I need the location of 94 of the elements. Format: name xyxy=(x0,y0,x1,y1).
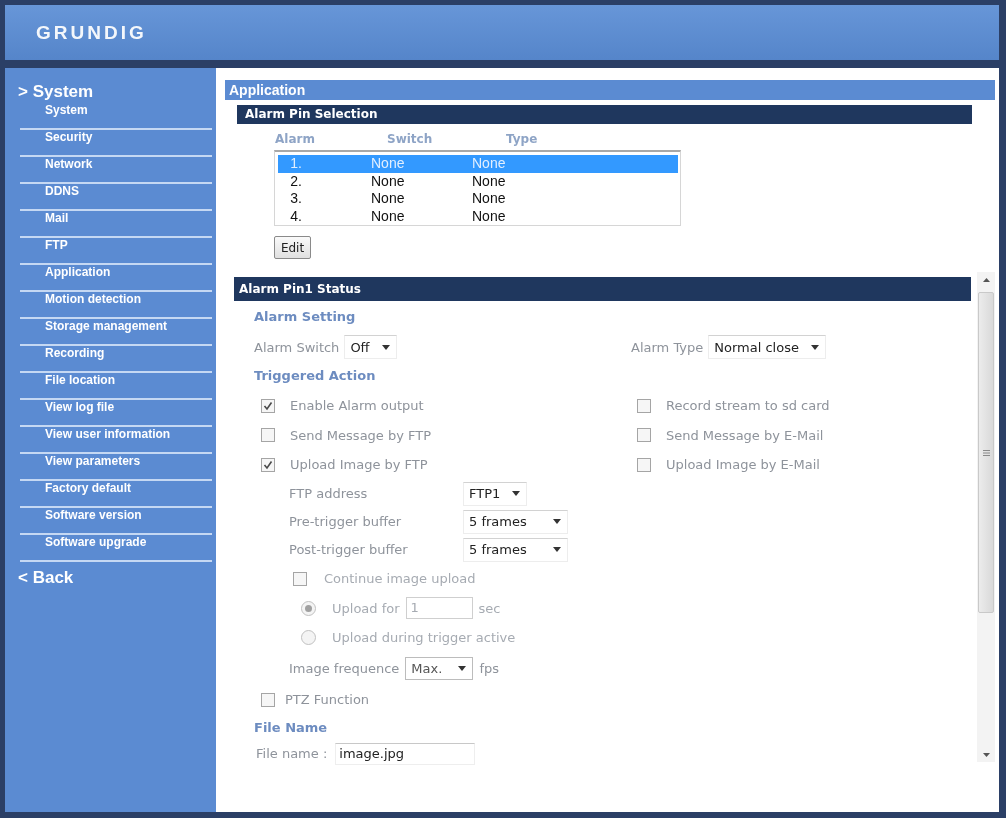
sidebar-item[interactable]: DDNS xyxy=(20,184,212,211)
option-label: Record stream to sd card xyxy=(666,398,830,414)
down-arrow-icon[interactable] xyxy=(982,753,990,757)
sidebar-item[interactable]: Security xyxy=(20,130,212,157)
sidebar-item[interactable]: Motion detection xyxy=(20,292,212,319)
option-label: Send Message by FTP xyxy=(290,427,432,443)
sidebar-item[interactable]: Network xyxy=(20,157,212,184)
option-label: Enable Alarm output xyxy=(290,398,424,414)
option-label: Continue image upload xyxy=(324,571,476,586)
upload-label: Upload for xyxy=(332,600,400,616)
sidebar-item[interactable]: Mail xyxy=(20,211,212,238)
group-heading: File Name xyxy=(254,718,328,737)
sidebar-item[interactable]: File location xyxy=(20,373,212,400)
radio-button[interactable] xyxy=(301,600,316,616)
dropdown[interactable]: 5 frames xyxy=(463,537,568,562)
dropdown[interactable]: FTP1 xyxy=(463,481,528,506)
grip-icon xyxy=(982,449,990,456)
scrollbar-thumb[interactable] xyxy=(978,292,994,613)
upload-label: Upload during trigger active xyxy=(332,630,516,645)
dropdown[interactable]: Off xyxy=(344,335,397,359)
caret-icon xyxy=(381,344,390,350)
list-row[interactable]: 1. None None xyxy=(278,155,678,173)
list-cell-text: None xyxy=(371,155,406,173)
sidebar-item[interactable]: View user information xyxy=(20,427,212,454)
sidebar-item[interactable]: Factory default xyxy=(20,481,212,508)
field-label: Post-trigger buffer xyxy=(289,542,409,557)
sidebar-section-link[interactable]: > System xyxy=(18,81,94,103)
group-heading: Alarm Setting xyxy=(254,308,356,326)
unit-label: sec xyxy=(478,600,501,616)
caret-icon xyxy=(552,547,561,552)
checkbox[interactable] xyxy=(261,428,275,443)
field-label: Image frequence xyxy=(289,661,400,676)
field-label: Alarm Type xyxy=(631,339,704,355)
option-label: Upload Image by FTP xyxy=(290,457,428,473)
option-label: Upload Image by E-Mail xyxy=(666,457,820,473)
sidebar-item[interactable]: Recording xyxy=(20,346,212,373)
sidebar-item[interactable]: View log file xyxy=(20,400,212,427)
list-cell-text: None xyxy=(371,190,406,208)
input-field[interactable]: image.jpg xyxy=(335,742,476,765)
sidebar-item[interactable]: View parameters xyxy=(20,454,212,481)
list-cell-text: 2. xyxy=(289,172,302,190)
checkbox[interactable] xyxy=(261,692,275,707)
list-cell: None xyxy=(472,155,506,173)
sidebar-item[interactable]: Storage management xyxy=(20,319,212,346)
option-label: PTZ Function xyxy=(285,692,370,707)
back-link[interactable]: < Back xyxy=(18,562,74,594)
sidebar-item[interactable]: Software upgrade xyxy=(20,535,212,562)
list-row[interactable]: 2. None None xyxy=(278,172,678,190)
checkbox[interactable] xyxy=(261,457,275,472)
list-cell: None xyxy=(472,172,506,190)
list-cell-text: 1. xyxy=(289,155,302,173)
list-row[interactable]: 4. None None xyxy=(278,207,678,225)
sidebar-item[interactable]: Application xyxy=(20,265,212,292)
scrollbar[interactable] xyxy=(977,272,995,762)
section-header: Alarm Pin Selection xyxy=(237,105,972,124)
field-label: Alarm Switch xyxy=(254,339,340,355)
edit-button[interactable]: Edit xyxy=(274,236,311,259)
dropdown[interactable]: Max. xyxy=(405,657,474,680)
caret-icon xyxy=(552,519,561,524)
list-cell-text: 3. xyxy=(289,190,302,208)
group-heading: Triggered Action xyxy=(254,367,376,385)
list-cell: None xyxy=(472,207,506,225)
section-header: Alarm Pin1 Status xyxy=(234,277,971,301)
field-label: File name : xyxy=(256,746,328,761)
dropdown[interactable]: Normal close xyxy=(708,335,826,359)
column-header: Type xyxy=(506,131,538,147)
option-label: Send Message by E-Mail xyxy=(666,427,824,443)
checkbox[interactable] xyxy=(637,428,651,443)
column-header: Alarm xyxy=(275,131,316,147)
list-cell-text: None xyxy=(371,207,406,225)
sidebar-item[interactable]: FTP xyxy=(20,238,212,265)
page-title-bar: Application xyxy=(225,80,995,100)
unit-label: fps xyxy=(479,661,499,676)
caret-icon xyxy=(810,344,819,350)
up-arrow-icon[interactable] xyxy=(982,278,990,282)
field-label: Pre-trigger buffer xyxy=(289,514,403,529)
list-row[interactable]: 3. None None xyxy=(278,190,678,208)
input-field[interactable]: 1 xyxy=(405,597,473,619)
checkbox[interactable] xyxy=(261,398,275,413)
list-cell-text: 4. xyxy=(289,207,302,225)
column-header: Switch xyxy=(387,131,434,147)
caret-icon xyxy=(512,491,521,496)
radio-button[interactable] xyxy=(301,630,316,645)
caret-icon xyxy=(458,666,467,671)
checkbox[interactable] xyxy=(293,571,307,586)
dropdown[interactable]: 5 frames xyxy=(463,509,568,534)
list-cell: None xyxy=(472,190,506,208)
checkbox[interactable] xyxy=(637,398,651,413)
list-cell-text: None xyxy=(371,172,406,190)
logo: GRUNDIG xyxy=(36,21,147,44)
sidebar-item[interactable]: System xyxy=(20,103,212,130)
field-label: FTP address xyxy=(289,486,369,501)
checkbox[interactable] xyxy=(637,457,651,472)
sidebar-item[interactable]: Software version xyxy=(20,508,212,535)
